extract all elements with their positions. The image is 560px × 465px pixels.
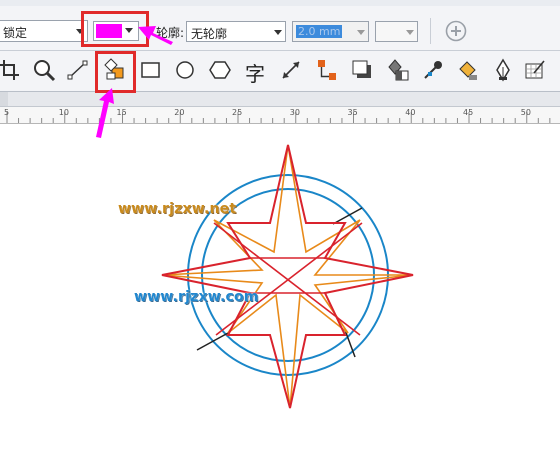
pen-tool[interactable]	[490, 57, 516, 83]
drop-shadow-icon	[352, 60, 371, 78]
line-style-select[interactable]	[375, 21, 418, 42]
toolbox: 字	[0, 51, 560, 92]
dimension-icon	[282, 61, 300, 79]
lock-select-value: 锁定	[3, 26, 28, 40]
rectangle-icon	[141, 62, 160, 78]
crop-icon	[0, 60, 19, 80]
horizontal-ruler[interactable]: 5 10 15 20 25 30 35 40 45 50	[0, 107, 560, 124]
interactive-fill-icon	[459, 61, 477, 80]
dimension-tool[interactable]	[278, 57, 304, 83]
watermark-com: www.rjzxw.com	[134, 289, 259, 305]
guide-line-lower[interactable]	[196, 332, 229, 351]
add-preset-button[interactable]	[445, 20, 467, 42]
drawing-artwork	[161, 144, 414, 409]
mesh-fill-tool[interactable]	[522, 57, 548, 83]
ruler-origin-corner	[0, 92, 8, 106]
ruler-tick-label: 40	[405, 108, 416, 117]
ruler-tick-label: 20	[174, 108, 185, 117]
ruler-tick-label: 35	[347, 108, 358, 117]
lock-select[interactable]: 锁定	[0, 20, 88, 42]
mesh-fill-icon	[525, 60, 545, 79]
freehand-tool[interactable]	[65, 57, 91, 83]
freehand-icon	[67, 60, 88, 80]
outline-label: 轮廓:	[156, 26, 185, 40]
zoom-icon	[34, 60, 56, 82]
ruler-tick-label: 10	[58, 108, 69, 117]
ruler-tick-label: 30	[289, 108, 300, 117]
eight-point-star[interactable]	[161, 144, 414, 409]
ellipse-icon	[176, 61, 194, 79]
connector-tool[interactable]	[314, 57, 340, 83]
ruler-tick-label: 5	[4, 108, 10, 117]
crop-tool[interactable]	[0, 57, 22, 83]
ruler-tick-label: 45	[463, 108, 474, 117]
watermark-net: www.rjzxw.net	[118, 201, 237, 217]
ruler-tick-label: 25	[232, 108, 243, 117]
inner-orange-star[interactable]	[161, 144, 414, 409]
polygon-icon	[209, 61, 231, 79]
property-separator	[430, 18, 431, 44]
chevron-down-icon	[274, 30, 282, 35]
ruler-ticks	[6, 112, 551, 123]
interactive-fill-tool[interactable]	[455, 57, 481, 83]
chevron-down-icon	[406, 30, 414, 35]
fill-swatch-highlight	[81, 11, 149, 47]
connector-icon	[318, 60, 336, 80]
eyedropper-icon	[424, 61, 442, 79]
text-icon: 字	[245, 62, 265, 86]
eyedropper-tool[interactable]	[420, 57, 446, 83]
rectangle-tool[interactable]	[138, 57, 164, 83]
outline-select-value: 无轮廓	[191, 27, 228, 41]
ruler-tick-label: 50	[520, 108, 531, 117]
outline-select[interactable]: 无轮廓	[186, 21, 286, 42]
polygon-tool[interactable]	[207, 57, 233, 83]
plus-circle-icon	[445, 20, 467, 42]
outline-width-select[interactable]: 2.0 mm	[292, 21, 369, 42]
smart-fill-highlight	[95, 51, 136, 93]
document-tab-strip	[0, 92, 560, 107]
text-tool[interactable]: 字	[243, 57, 269, 86]
ruler-tick-label: 15	[116, 108, 127, 117]
drawing-canvas[interactable]: www.rjzxw.net www.rjzxw.com	[0, 124, 560, 465]
zoom-tool[interactable]	[31, 57, 57, 83]
ellipse-tool[interactable]	[172, 57, 198, 83]
outline-width-value: 2.0 mm	[296, 25, 343, 38]
drop-shadow-tool[interactable]	[349, 57, 375, 83]
transparency-tool[interactable]	[386, 57, 412, 83]
transparency-icon	[388, 59, 409, 81]
chevron-down-icon	[357, 30, 365, 35]
pen-icon	[496, 58, 510, 82]
